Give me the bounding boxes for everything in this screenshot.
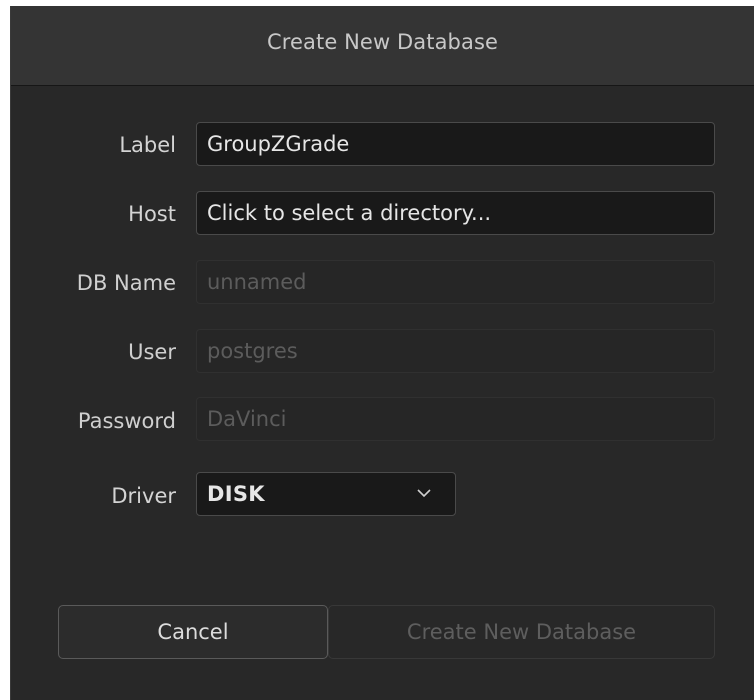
password-field-label: Password: [77, 409, 176, 433]
dialog-title: Create New Database: [266, 30, 499, 54]
dialog-titlebar: Create New Database: [11, 6, 754, 86]
host-directory-field[interactable]: Click to select a directory...: [196, 191, 715, 235]
create-database-dialog: Create New Database Label GroupZGrade Ho…: [10, 6, 754, 700]
chevron-down-icon: [417, 489, 431, 498]
cancel-button[interactable]: Cancel: [58, 605, 328, 659]
create-new-database-button[interactable]: Create New Database: [328, 605, 715, 659]
db-name-input[interactable]: unnamed: [196, 260, 715, 304]
db-name-field-label: DB Name: [76, 271, 176, 295]
driver-select[interactable]: DISK: [196, 472, 456, 516]
password-input[interactable]: DaVinci: [196, 397, 715, 441]
driver-selected-value: DISK: [207, 482, 265, 506]
label-input[interactable]: GroupZGrade: [196, 122, 715, 166]
driver-field-label: Driver: [111, 484, 176, 508]
user-input[interactable]: postgres: [196, 329, 715, 373]
user-field-label: User: [128, 340, 176, 364]
label-field-label: Label: [119, 133, 176, 157]
host-field-label: Host: [128, 202, 176, 226]
